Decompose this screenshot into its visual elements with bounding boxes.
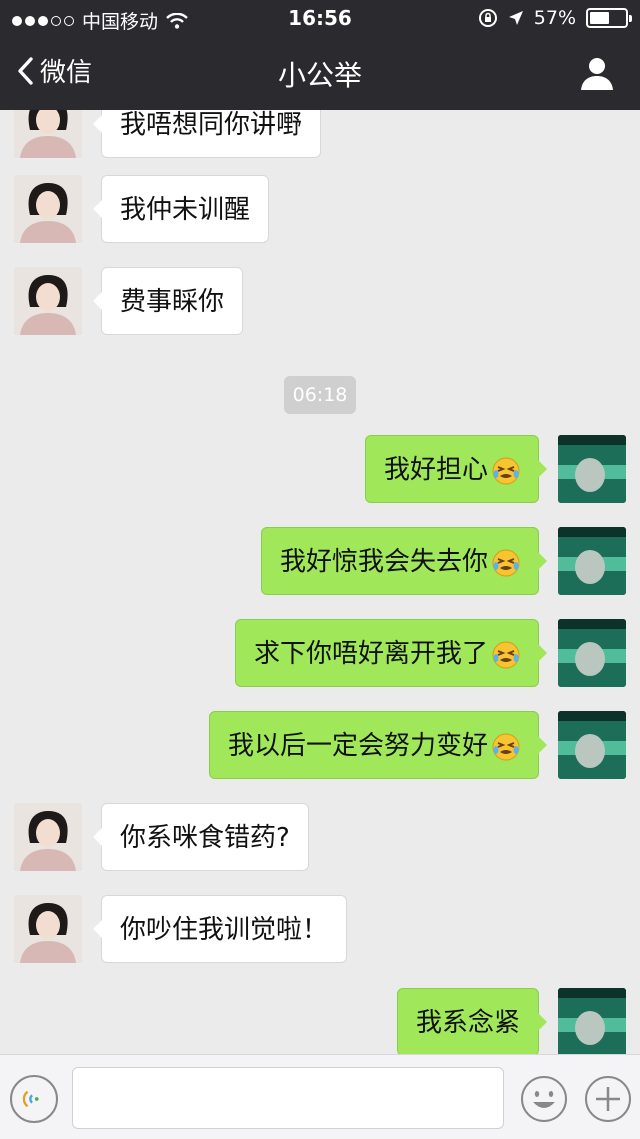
plus-icon[interactable] [584,1075,632,1123]
incoming-message: 我仲未训醒 [0,175,640,245]
status-right: 57% [478,7,632,29]
voice-icon[interactable] [10,1075,58,1123]
my-avatar[interactable] [558,988,626,1054]
contact-avatar[interactable] [14,267,82,335]
my-avatar[interactable] [558,619,626,687]
contact-avatar[interactable] [14,895,82,963]
my-avatar[interactable] [558,435,626,503]
location-icon [508,11,523,25]
message-bubble[interactable]: 我好担心 [364,435,548,503]
outgoing-message: 我好惊我会失去你 [0,527,640,597]
top-bar: 中国移动 16:56 57% 微信 小公举 [0,0,640,110]
my-avatar[interactable] [558,527,626,595]
battery-icon [586,8,632,28]
message-bubble[interactable]: 我系念紧 [396,988,548,1054]
incoming-message: 你系咪食错药? [0,803,640,873]
emoji-icon[interactable] [520,1075,568,1123]
crying-face-icon [492,549,520,576]
person-icon[interactable] [578,54,616,92]
crying-face-icon [492,733,520,760]
battery-percent: 57% [533,7,576,29]
message-bubble[interactable]: 费事睬你 [92,267,244,335]
message-bubble[interactable]: 我唔想同你讲嘢 [92,110,322,158]
message-bubble[interactable]: 我仲未训醒 [92,175,270,243]
contact-avatar[interactable] [14,175,82,243]
outgoing-message: 我以后一定会努力变好 [0,711,640,781]
status-bar: 中国移动 16:56 57% [0,0,640,38]
crying-face-icon [492,457,520,484]
message-text: 我好担心 [383,455,488,485]
message-text: 我好惊我会失去你 [279,547,488,577]
outgoing-message: 求下你唔好离开我了 [0,619,640,689]
incoming-message: 你吵住我训觉啦！ [0,895,640,965]
message-text: 求下你唔好离开我了 [253,639,488,669]
message-bubble[interactable]: 我好惊我会失去你 [260,527,548,595]
nav-bar: 微信 小公举 [0,38,640,110]
my-avatar[interactable] [558,711,626,779]
input-bar [0,1054,640,1139]
chat-title: 小公举 [277,59,362,92]
contact-avatar[interactable] [14,803,82,871]
message-text: 费事睬你 [120,287,225,317]
message-bubble[interactable]: 你吵住我训觉啦！ [92,895,348,963]
battery-fill [590,12,609,24]
chat-area[interactable]: 06:18 我唔想同你讲嘢 我仲未训醒费事睬你我好担心我好惊我会失去你求下你唔好离… [0,110,640,1054]
message-text: 我仲未训醒 [120,195,251,225]
outgoing-message: 我系念紧 [0,988,640,1054]
message-text: 我唔想同你讲嘢 [120,110,303,140]
message-timestamp: 06:18 [284,376,356,414]
outgoing-message: 我好担心 [0,435,640,505]
crying-face-icon [492,641,520,668]
incoming-message: 我唔想同你讲嘢 [0,110,640,160]
message-text: 我以后一定会努力变好 [227,731,488,761]
message-bubble[interactable]: 我以后一定会努力变好 [208,711,548,779]
incoming-message: 费事睬你 [0,267,640,337]
rotation-lock-icon [478,9,497,27]
message-text: 你吵住我训觉啦！ [120,915,329,945]
message-text: 你系咪食错药? [120,823,290,853]
message-bubble[interactable]: 求下你唔好离开我了 [234,619,548,687]
message-input[interactable] [72,1067,504,1129]
message-text: 我系念紧 [415,1008,520,1038]
message-bubble[interactable]: 你系咪食错药? [93,803,309,871]
contact-avatar[interactable] [14,110,82,158]
